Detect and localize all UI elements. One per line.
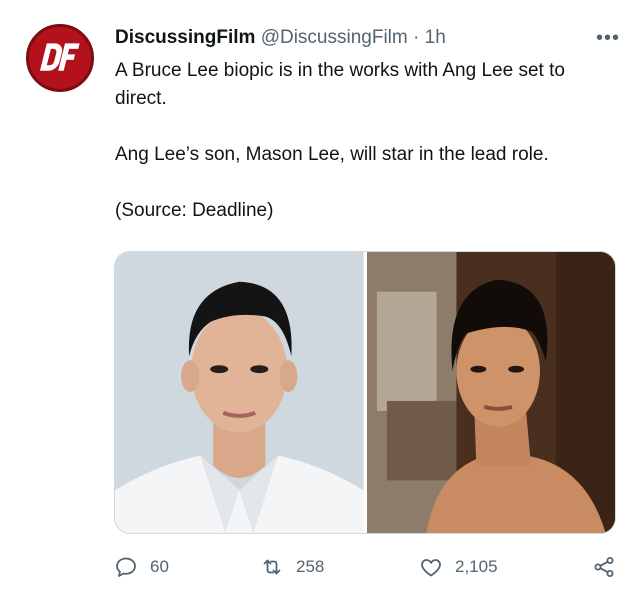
tweet-header: DiscussingFilm @DiscussingFilm · 1h ••• — [115, 25, 620, 51]
reply-count: 60 — [150, 557, 169, 576]
share-button[interactable] — [592, 552, 616, 582]
retweet-button[interactable]: 258 — [260, 552, 324, 582]
portrait-photo-icon — [115, 252, 364, 533]
discussingfilm-logo-icon — [29, 27, 91, 89]
like-button[interactable]: 2,105 — [419, 552, 498, 582]
portrait-photo-icon — [366, 252, 615, 533]
share-icon — [594, 557, 614, 577]
reply-button[interactable]: 60 — [114, 552, 169, 582]
media-photo-left[interactable] — [115, 252, 364, 533]
like-count: 2,105 — [455, 557, 498, 576]
heart-icon — [421, 559, 441, 577]
tweet-text: A Bruce Lee biopic is in the works with … — [115, 57, 620, 225]
tweet-actions: 60 258 2,105 — [114, 552, 620, 582]
tweet-media — [114, 251, 616, 534]
separator: · — [413, 27, 420, 48]
timestamp[interactable]: 1h — [425, 27, 446, 48]
media-photo-right[interactable] — [366, 252, 615, 533]
retweet-icon — [263, 559, 281, 575]
tweet-paragraph: (Source: Deadline) — [115, 200, 274, 221]
author-name[interactable]: DiscussingFilm — [115, 27, 255, 48]
tweet-paragraph: Ang Lee’s son, Mason Lee, will star in t… — [115, 144, 549, 165]
tweet-paragraph: A Bruce Lee biopic is in the works with … — [115, 60, 565, 109]
avatar[interactable] — [26, 24, 94, 92]
more-horizontal-icon[interactable]: ••• — [596, 25, 620, 51]
reply-icon — [116, 557, 136, 577]
retweet-count: 258 — [296, 557, 325, 576]
author-handle[interactable]: @DiscussingFilm — [261, 27, 408, 48]
